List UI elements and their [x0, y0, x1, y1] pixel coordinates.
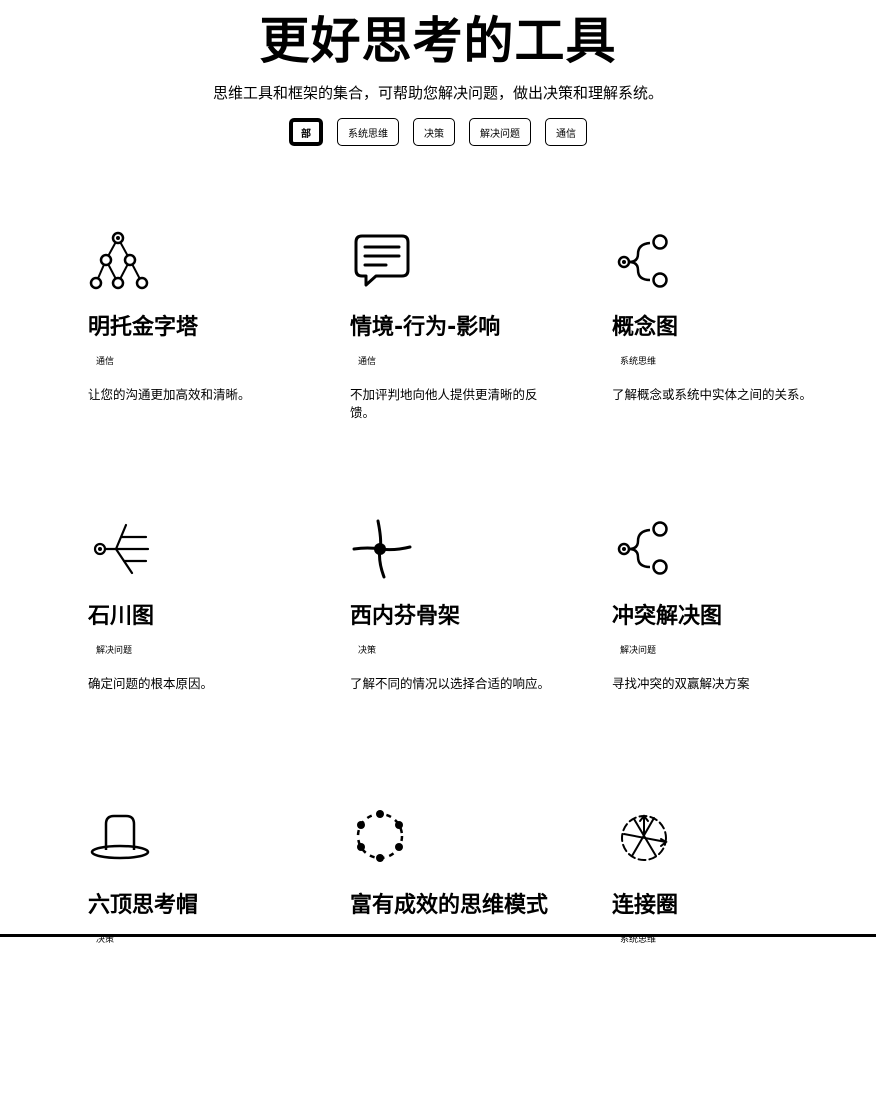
card-description: 让您的沟通更加高效和清晰。 — [88, 387, 251, 402]
tool-card-conflict-resolution[interactable]: 冲突解决图 解决问题 寻找冲突的双赢解决方案 — [612, 517, 874, 806]
tool-card-cynefin[interactable]: 西内芬骨架 决策 了解不同的情况以选择合适的响应。 — [350, 517, 612, 806]
tool-card-productive-thinking[interactable]: 富有成效的思维模式 — [350, 806, 612, 1095]
branch-nodes-icon — [617, 234, 668, 288]
fishbone-icon — [93, 523, 150, 575]
pyramid-tree-icon — [89, 231, 149, 290]
card-tag: 通信 — [358, 357, 377, 367]
connection-circle-icon — [621, 814, 668, 861]
filter-problem-solving-button[interactable]: 解决问题 — [469, 118, 531, 146]
card-title: 明托金字塔 — [88, 315, 199, 340]
tool-card-minto-pyramid[interactable]: 明托金字塔 通信 让您的沟通更加高效和清晰。 — [88, 228, 350, 517]
card-tag: 系统思维 — [620, 357, 657, 367]
tool-card-connection-circle[interactable]: 连接圈 系统思维 — [612, 806, 874, 1095]
node-circle-icon — [356, 810, 404, 862]
card-title: 西内芬骨架 — [350, 604, 461, 629]
card-title: 情境-行为-影响 — [350, 315, 501, 340]
filter-communication-button[interactable]: 通信 — [545, 118, 587, 146]
card-title: 冲突解决图 — [612, 604, 723, 629]
filter-systems-thinking-button[interactable]: 系统思维 — [337, 118, 399, 146]
card-description: 了解不同的情况以选择合适的响应。 — [350, 676, 551, 691]
card-tag: 通信 — [96, 357, 115, 367]
filter-all-button[interactable]: 部 — [289, 118, 323, 146]
card-tag: 解决问题 — [620, 646, 657, 656]
filter-bar: 部 系统思维 决策 解决问题 通信 — [0, 118, 876, 146]
tool-grid: 明托金字塔 通信 让您的沟通更加高效和清晰。 情境-行为-影响 通信 不加评判地… — [88, 228, 874, 1095]
page-header: 更好思考的工具 思维工具和框架的集合，可帮助您解决问题，做出决策和理解系统。 部… — [0, 0, 876, 146]
card-description: 寻找冲突的双赢解决方案 — [612, 676, 750, 691]
card-description: 确定问题的根本原因。 — [88, 676, 214, 691]
card-description: 不加评判地向他人提供更清晰的反馈。 — [350, 387, 538, 420]
branch-nodes-icon — [617, 521, 668, 575]
card-description: 了解概念或系统中实体之间的关系。 — [612, 387, 813, 402]
tool-card-situation-behavior-impact[interactable]: 情境-行为-影响 通信 不加评判地向他人提供更清晰的反馈。 — [350, 228, 612, 517]
tool-card-concept-map[interactable]: 概念图 系统思维 了解概念或系统中实体之间的关系。 — [612, 228, 874, 517]
page-title: 更好思考的工具 — [259, 12, 617, 70]
tool-card-six-thinking-hats[interactable]: 六顶思考帽 决策 — [88, 806, 350, 1095]
card-title: 六顶思考帽 — [88, 893, 199, 918]
card-tag: 决策 — [358, 646, 377, 656]
card-title: 连接圈 — [612, 893, 679, 918]
card-title: 概念图 — [612, 315, 679, 340]
card-title: 富有成效的思维模式 — [350, 893, 549, 918]
cynefin-cross-icon — [352, 519, 412, 579]
tool-card-ishikawa[interactable]: 石川图 解决问题 确定问题的根本原因。 — [88, 517, 350, 806]
speech-bubble-icon — [354, 234, 410, 287]
page-subtitle: 思维工具和框架的集合，可帮助您解决问题，做出决策和理解系统。 — [212, 84, 663, 102]
top-hat-icon — [90, 814, 150, 860]
card-title: 石川图 — [88, 604, 155, 629]
card-tag: 解决问题 — [96, 646, 133, 656]
filter-decision-button[interactable]: 决策 — [413, 118, 455, 146]
